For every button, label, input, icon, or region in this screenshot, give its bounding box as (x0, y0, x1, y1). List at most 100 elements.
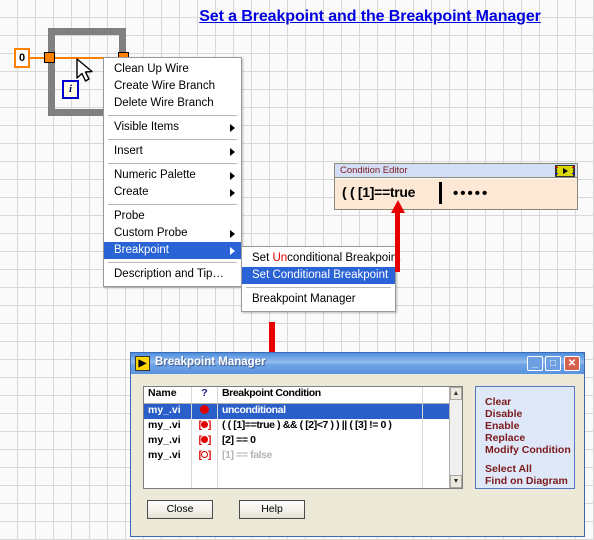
table-scrollbar[interactable]: ▲ ▼ (449, 387, 462, 488)
action-enable[interactable]: Enable (485, 420, 574, 432)
cell-condition: ( ( [1]==true ) && ( [2]<7 ) ) || ( [3] … (218, 419, 423, 434)
menu-item-create[interactable]: Create (104, 184, 241, 201)
breakpoint-ring-bracket-icon: [] (198, 450, 212, 461)
table-row[interactable]: my_.vi [] [2] == 0 (144, 434, 462, 449)
chevron-right-icon (230, 189, 235, 197)
condition-expression-text: ( ( [1]==true (342, 184, 416, 200)
column-header-condition: Breakpoint Condition (218, 387, 423, 403)
condition-editor-input[interactable]: ( ( [1]==true ••••• (335, 178, 577, 209)
submenu-label-suffix: conditional Breakpoint (287, 252, 401, 264)
breakpoint-submenu[interactable]: Set Unconditional Breakpoint Set Conditi… (241, 246, 400, 312)
menu-item-label: Insert (114, 145, 143, 157)
menu-item-label: Create (114, 186, 149, 198)
submenu-item-set-unconditional-breakpoint[interactable]: Set Unconditional Breakpoint (242, 250, 400, 267)
menu-item-insert[interactable]: Insert (104, 143, 241, 160)
labview-vi-icon[interactable] (555, 165, 575, 177)
annotation-arrow-to-condition-editor (391, 200, 405, 272)
menu-item-custom-probe[interactable]: Custom Probe (104, 225, 241, 242)
action-modify-condition[interactable]: Modify Condition (485, 444, 574, 456)
menu-item-description-and-tip[interactable]: Description and Tip… (104, 266, 241, 283)
submenu-label-red: Un (272, 252, 288, 264)
condition-placeholder-dots: ••••• (453, 185, 490, 202)
menu-item-label: Breakpoint (114, 244, 169, 256)
cell-state: [] (192, 449, 218, 464)
chevron-right-icon (230, 247, 235, 255)
text-caret (439, 182, 442, 204)
menu-item-label: Custom Probe (114, 227, 188, 239)
menu-item-numeric-palette[interactable]: Numeric Palette (104, 167, 241, 184)
submenu-label-prefix: Set (252, 252, 273, 264)
cell-state: [] (192, 434, 218, 449)
column-header-state: ? (192, 387, 218, 403)
cell-condition: unconditional (218, 404, 423, 419)
menu-item-visible-items[interactable]: Visible Items (104, 119, 241, 136)
cell-name: my_.vi (144, 404, 192, 419)
menu-item-create-wire-branch[interactable]: Create Wire Branch (104, 78, 241, 95)
menu-separator (108, 139, 237, 140)
close-dialog-button[interactable]: Close (147, 500, 213, 519)
breakpoint-manager-titlebar[interactable]: ▶ Breakpoint Manager _ □ ✕ (131, 353, 584, 375)
breakpoint-manager-body: Name ? Breakpoint Condition my_.vi uncon… (131, 374, 584, 536)
menu-separator (108, 163, 237, 164)
breakpoint-table[interactable]: Name ? Breakpoint Condition my_.vi uncon… (143, 386, 463, 489)
action-disable[interactable]: Disable (485, 408, 574, 420)
wire-tunnel-left[interactable] (44, 52, 55, 63)
breakpoint-manager-window[interactable]: ▶ Breakpoint Manager _ □ ✕ Name ? Breakp… (130, 352, 585, 537)
breakpoint-manager-title-text: Breakpoint Manager (155, 356, 266, 368)
cell-state (192, 479, 218, 488)
cell-condition: [1] == false (218, 449, 423, 464)
menu-item-breakpoint[interactable]: Breakpoint (104, 242, 241, 259)
menu-item-delete-wire-branch[interactable]: Delete Wire Branch (104, 95, 241, 112)
numeric-constant[interactable]: 0 (14, 48, 30, 68)
cell-condition (218, 464, 423, 479)
scroll-down-icon[interactable]: ▼ (450, 475, 462, 488)
menu-separator (108, 115, 237, 116)
cell-name (144, 464, 192, 479)
mouse-cursor-icon (76, 58, 93, 82)
cell-condition (218, 479, 423, 488)
menu-separator (108, 262, 237, 263)
labview-app-icon: ▶ (135, 356, 150, 371)
cell-name (144, 479, 192, 488)
condition-editor-titlebar: Condition Editor (335, 164, 577, 178)
help-button[interactable]: Help (239, 500, 305, 519)
table-row[interactable]: my_.vi unconditional (144, 404, 462, 419)
condition-editor-title-text: Condition Editor (340, 165, 408, 176)
cell-state: [] (192, 419, 218, 434)
menu-separator (246, 287, 391, 288)
menu-item-label: Numeric Palette (114, 169, 196, 181)
submenu-item-set-conditional-breakpoint[interactable]: Set Conditional Breakpoint (242, 267, 395, 284)
table-row-empty[interactable] (144, 464, 462, 479)
action-find-on-diagram[interactable]: Find on Diagram (485, 475, 574, 487)
table-row[interactable]: my_.vi [] ( ( [1]==true ) && ( [2]<7 ) )… (144, 419, 462, 434)
menu-item-probe[interactable]: Probe (104, 208, 241, 225)
chevron-right-icon (230, 172, 235, 180)
cell-name: my_.vi (144, 449, 192, 464)
context-menu[interactable]: Clean Up Wire Create Wire Branch Delete … (103, 57, 242, 287)
action-select-all[interactable]: Select All (485, 463, 574, 475)
condition-editor-window[interactable]: Condition Editor ( ( [1]==true ••••• (334, 163, 578, 210)
column-header-name: Name (144, 387, 192, 403)
cell-condition: [2] == 0 (218, 434, 423, 449)
action-clear[interactable]: Clear (485, 396, 574, 408)
table-header-row: Name ? Breakpoint Condition (144, 387, 462, 404)
close-button[interactable]: ✕ (564, 356, 580, 371)
scroll-up-icon[interactable]: ▲ (450, 387, 462, 400)
screenshot-root: Set a Breakpoint and the Breakpoint Mana… (0, 0, 594, 540)
table-row[interactable]: my_.vi [] [1] == false (144, 449, 462, 464)
breakpoint-dot-icon (200, 405, 209, 414)
table-row-empty[interactable] (144, 479, 462, 488)
minimize-button[interactable]: _ (527, 356, 543, 371)
menu-item-label: Visible Items (114, 121, 179, 133)
cell-name: my_.vi (144, 419, 192, 434)
maximize-button[interactable]: □ (545, 356, 561, 371)
action-group-gap (485, 456, 574, 463)
breakpoint-dot-bracket-icon: [] (198, 435, 212, 446)
action-replace[interactable]: Replace (485, 432, 574, 444)
breakpoint-actions-panel: Clear Disable Enable Replace Modify Cond… (475, 386, 575, 489)
menu-item-clean-up-wire[interactable]: Clean Up Wire (104, 61, 241, 78)
cell-state (192, 404, 218, 419)
chevron-right-icon (230, 230, 235, 238)
chevron-right-icon (230, 124, 235, 132)
submenu-item-breakpoint-manager[interactable]: Breakpoint Manager (242, 291, 395, 308)
